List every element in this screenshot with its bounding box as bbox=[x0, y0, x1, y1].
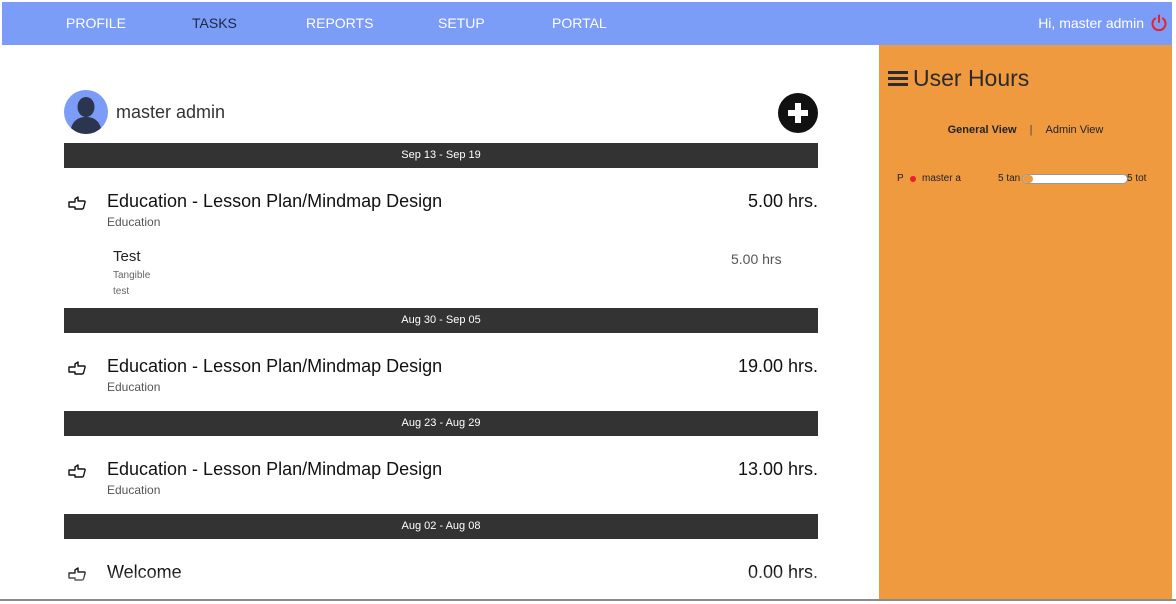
task-title: Education - Lesson Plan/Mindmap Design bbox=[107, 459, 443, 479]
bottom-border bbox=[0, 599, 1176, 601]
hours-progress-bar bbox=[1022, 174, 1128, 184]
tangible-hours: 5 tan bbox=[998, 173, 1021, 184]
task-category: Education bbox=[107, 380, 161, 394]
nav-portal[interactable]: PORTAL bbox=[552, 2, 607, 45]
user-initial: P bbox=[897, 173, 904, 184]
week-header: Aug 23 - Aug 29 bbox=[64, 411, 818, 436]
nav-reports[interactable]: REPORTS bbox=[306, 2, 373, 45]
power-icon[interactable] bbox=[1150, 14, 1168, 32]
hours-progress-fill bbox=[1023, 175, 1034, 183]
task-title: Education - Lesson Plan/Mindmap Design bbox=[107, 356, 443, 376]
tasks-main-panel: master admin Sep 13 - Sep 19 Education -… bbox=[2, 45, 879, 600]
nav-profile[interactable]: PROFILE bbox=[66, 2, 126, 45]
task-category: Education bbox=[107, 483, 161, 497]
time-entry[interactable]: Test Tangible test bbox=[113, 248, 150, 297]
tab-admin-view[interactable]: Admin View bbox=[1045, 124, 1103, 136]
task-item[interactable]: Education - Lesson Plan/Mindmap Design E… bbox=[64, 188, 818, 229]
task-item[interactable]: Education - Lesson Plan/Mindmap Design E… bbox=[64, 456, 818, 497]
pointing-hand-icon[interactable] bbox=[68, 464, 86, 478]
entry-note: test bbox=[113, 286, 130, 297]
task-hours: 19.00 hrs. bbox=[737, 356, 818, 376]
nav-setup[interactable]: SETUP bbox=[438, 2, 485, 45]
task-title: Education - Lesson Plan/Mindmap Design bbox=[107, 191, 443, 211]
entry-hours: 5.00 hrs bbox=[731, 251, 782, 267]
task-item[interactable]: Education - Lesson Plan/Mindmap Design E… bbox=[64, 353, 818, 394]
tab-general-view[interactable]: General View bbox=[948, 124, 1017, 136]
task-hours: 13.00 hrs. bbox=[737, 459, 818, 479]
hamburger-icon[interactable] bbox=[888, 71, 908, 87]
task-category: Education bbox=[107, 215, 161, 229]
tab-separator: | bbox=[1029, 124, 1033, 136]
user-name: master a bbox=[922, 173, 961, 184]
entry-type: Tangible bbox=[113, 270, 151, 281]
total-hours: 5 tot bbox=[1127, 173, 1147, 184]
add-task-button[interactable] bbox=[778, 93, 818, 133]
user-hours-row[interactable]: P master a 5 tan 5 tot bbox=[897, 173, 1167, 187]
entry-title: Test bbox=[113, 248, 141, 265]
week-header: Sep 13 - Sep 19 bbox=[64, 143, 818, 168]
profile-name: master admin bbox=[116, 102, 226, 122]
week-header: Aug 02 - Aug 08 bbox=[64, 514, 818, 539]
task-hours: 5.00 hrs. bbox=[747, 191, 818, 211]
user-silhouette-icon bbox=[70, 97, 102, 134]
user-hours-panel: User Hours General View | Admin View P m… bbox=[879, 45, 1172, 600]
pointing-hand-icon[interactable] bbox=[68, 196, 86, 210]
view-tabs: General View | Admin View bbox=[879, 124, 1172, 136]
status-dot bbox=[910, 176, 916, 182]
scroll-fade bbox=[2, 570, 879, 600]
top-navbar: PROFILE TASKS REPORTS SETUP PORTAL Hi, m… bbox=[2, 2, 1172, 45]
panel-title: User Hours bbox=[913, 65, 1030, 91]
pointing-hand-icon[interactable] bbox=[68, 361, 86, 375]
avatar bbox=[64, 90, 108, 134]
week-header: Aug 30 - Sep 05 bbox=[64, 308, 818, 333]
user-greeting: Hi, master admin bbox=[1038, 15, 1144, 31]
nav-tasks[interactable]: TASKS bbox=[192, 2, 237, 45]
